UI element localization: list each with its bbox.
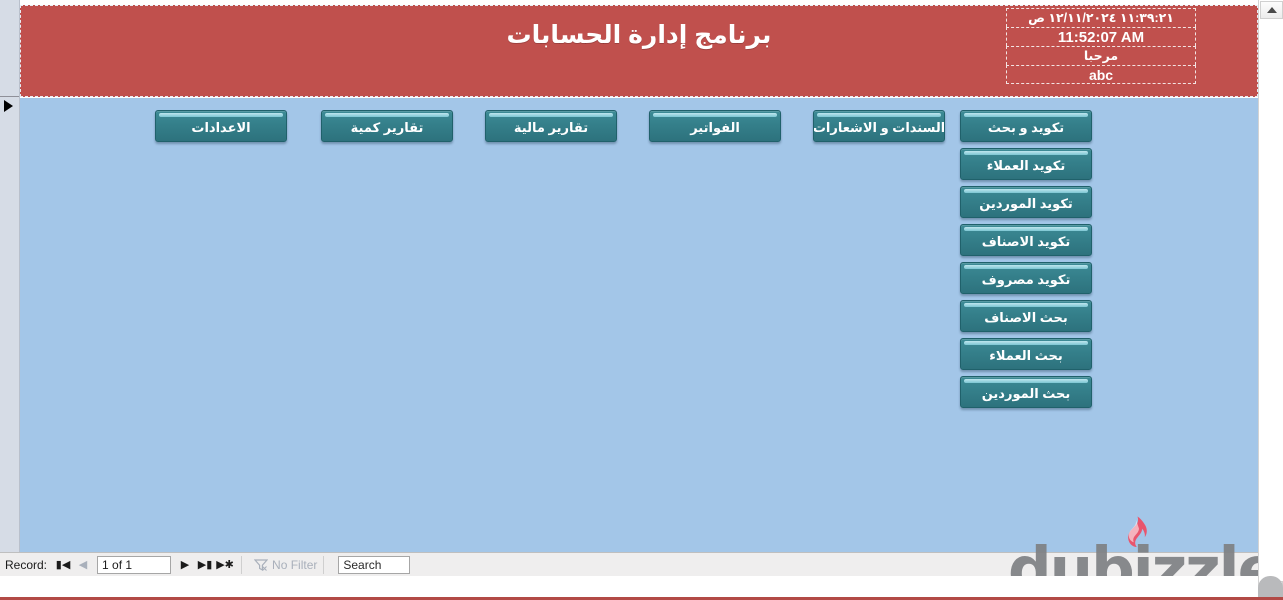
date-time-stamp-field: ١١:٣٩:٢١ ١٢/١١/٢٠٢٤ ص [1006,8,1196,27]
record-position-input[interactable]: 1 of 1 [97,555,172,574]
previous-record-icon[interactable]: ◀ [73,555,93,575]
statusbar-divider-2 [323,555,325,574]
coding-and-search-button[interactable]: تكويد و بحث [960,110,1092,142]
supplier-search-button-label: بحث الموردين [981,386,1071,401]
supplier-coding-button[interactable]: تكويد الموردين [960,186,1092,218]
financial-reports-button-label: تقارير مالية [513,120,589,135]
vertical-scrollbar[interactable] [1258,0,1283,600]
record-selector-gutter [0,0,20,576]
filter-label: No Filter [272,557,318,572]
next-record-icon[interactable]: ▶ [175,555,195,575]
expense-coding-button-label: تكويد مصروف [981,272,1071,287]
item-coding-button-label: تكويد الاصناف [981,234,1071,249]
record-label: Record: [5,557,48,572]
record-navigator-statusbar: Record: ▮◀ ◀ 1 of 1 ▶ ▶▮ ▶✱ No Filter Se… [0,552,1258,576]
scroll-up-button[interactable] [1260,1,1283,19]
record-selector-header [0,0,19,97]
item-search-button-label: بحث الاصناف [984,310,1068,325]
settings-button[interactable]: الاعدادات [155,110,287,142]
vouchers-and-notices-button-label: السندات و الاشعارات [813,120,945,135]
statusbar-divider-1 [241,555,243,574]
quantity-reports-button[interactable]: تقارير كمية [321,110,453,142]
filter-control[interactable]: No Filter [254,558,317,572]
scroll-up-arrow-icon [1266,7,1277,13]
new-record-icon[interactable]: ▶✱ [215,555,235,575]
header-info-stack: ١١:٣٩:٢١ ١٢/١١/٢٠٢٤ ص 11:52:07 AM مرحبا … [1006,8,1196,84]
item-coding-button[interactable]: تكويد الاصناف [960,224,1092,256]
search-input[interactable]: Search [338,555,411,574]
first-record-icon[interactable]: ▮◀ [53,555,73,575]
item-search-button[interactable]: بحث الاصناف [960,300,1092,332]
customer-search-button[interactable]: بحث العملاء [960,338,1092,370]
customer-coding-button[interactable]: تكويد العملاء [960,148,1092,180]
filter-icon [254,558,269,571]
live-clock-field: 11:52:07 AM [1006,27,1196,46]
customer-search-button-label: بحث العملاء [989,348,1063,363]
customer-coding-button-label: تكويد العملاء [986,158,1066,173]
scrollbar-track[interactable] [1260,20,1283,580]
record-selector-detail [0,98,19,576]
settings-button-label: الاعدادات [191,120,251,135]
vouchers-and-notices-button[interactable]: السندات و الاشعارات [813,110,945,142]
supplier-coding-button-label: تكويد الموردين [979,196,1073,211]
invoices-button-label: الفواتير [690,120,740,135]
coding-and-search-button-label: تكويد و بحث [987,120,1065,135]
greeting-field: مرحبا [1006,46,1196,65]
username-field: abc [1006,65,1196,84]
current-record-arrow-icon [4,100,13,112]
supplier-search-button[interactable]: بحث الموردين [960,376,1092,408]
quantity-reports-button-label: تقارير كمية [350,120,424,135]
access-form-canvas: برنامج إدارة الحسابات ١١:٣٩:٢١ ١٢/١١/٢٠٢… [0,0,1258,576]
form-detail-band: الاعدادات تقارير كمية تقارير مالية الفوا… [20,98,1258,576]
invoices-button[interactable]: الفواتير [649,110,781,142]
last-record-icon[interactable]: ▶▮ [195,555,215,575]
form-header-band: برنامج إدارة الحسابات ١١:٣٩:٢١ ١٢/١١/٢٠٢… [20,5,1258,97]
expense-coding-button[interactable]: تكويد مصروف [960,262,1092,294]
application-window: برنامج إدارة الحسابات ١١:٣٩:٢١ ١٢/١١/٢٠٢… [0,0,1283,600]
financial-reports-button[interactable]: تقارير مالية [485,110,617,142]
